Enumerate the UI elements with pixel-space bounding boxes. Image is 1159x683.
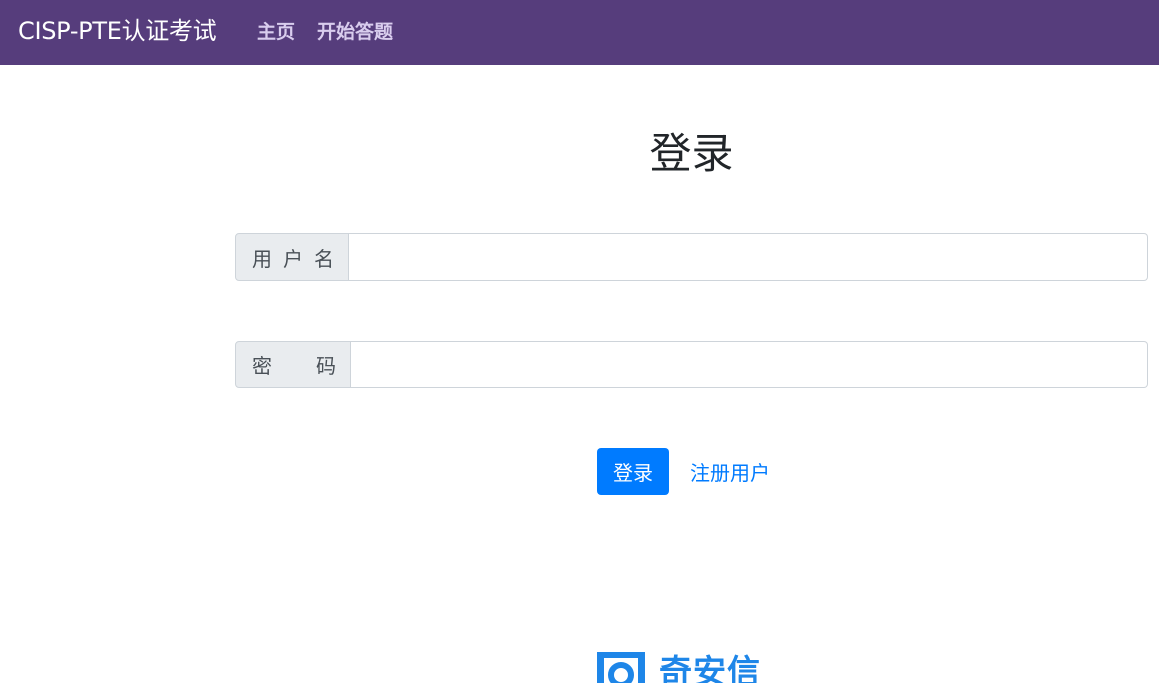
qianxin-logo-icon (597, 652, 645, 683)
nav-link-home[interactable]: 主页 (257, 18, 295, 46)
password-label-char: 码 (316, 354, 336, 378)
username-label-char: 名 (314, 246, 334, 271)
navbar-brand[interactable]: CISP-PTE认证考试 (18, 14, 217, 48)
username-label-char: 户 (283, 246, 303, 271)
password-input-group: 密 码 (235, 341, 1148, 388)
nav-link-start-exam[interactable]: 开始答题 (317, 18, 393, 46)
qianxin-logo: 奇安信 (597, 652, 761, 683)
qianxin-logo-text: 奇安信 (659, 652, 761, 683)
password-label-char: 密 (252, 354, 272, 378)
password-input[interactable] (351, 341, 1148, 388)
register-link[interactable]: 注册用户 (690, 459, 770, 487)
top-navbar: CISP-PTE认证考试 主页 开始答题 (0, 0, 1159, 65)
login-button[interactable]: 登录 (597, 448, 669, 495)
username-label-char: 用 (252, 246, 272, 271)
username-label: 用 户 名 (235, 233, 349, 281)
username-input[interactable] (349, 233, 1148, 281)
login-title: 登录 (649, 129, 734, 178)
password-label: 密 码 (235, 341, 351, 388)
username-input-group: 用 户 名 (235, 233, 1148, 281)
